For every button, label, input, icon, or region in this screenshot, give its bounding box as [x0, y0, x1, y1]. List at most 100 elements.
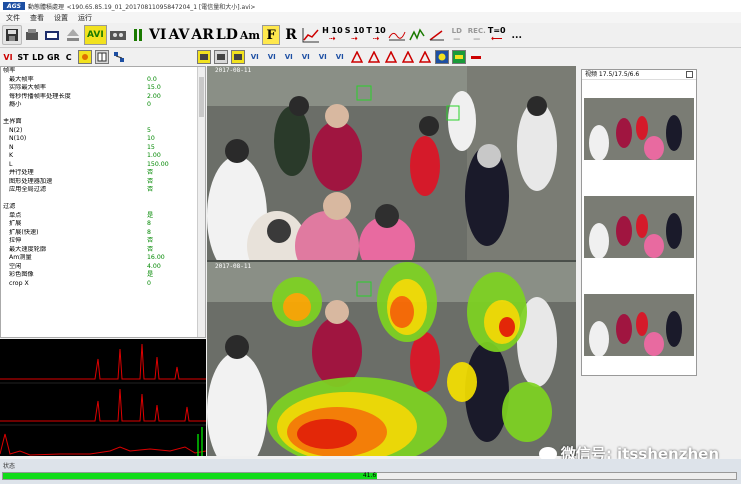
- dash-icon: —: [473, 35, 481, 43]
- menu-settings[interactable]: 设置: [54, 13, 68, 23]
- tape-icon[interactable]: [109, 25, 127, 45]
- property-row[interactable]: 拉伸否: [1, 237, 205, 246]
- vi-y-icon[interactable]: VI: [264, 50, 279, 64]
- frame-yellow-icon[interactable]: [230, 50, 245, 64]
- property-key: 瘾小: [9, 101, 22, 108]
- thumbnail-2[interactable]: [584, 196, 694, 258]
- wave-icon[interactable]: [408, 25, 426, 45]
- property-key: [1, 195, 147, 204]
- property-row[interactable]: 扩展 8: [1, 220, 205, 229]
- video-frame-heatmap[interactable]: 2017-08-11: [207, 262, 576, 456]
- property-row[interactable]: 实际最大帧率 15.0: [1, 84, 205, 93]
- property-row[interactable]: 图形处理器加速否: [1, 178, 205, 187]
- title-bar: AGS 動態體積處理 <190.65.85.19_01_201708110958…: [0, 0, 741, 12]
- panel-icon[interactable]: [94, 50, 109, 64]
- secondary-toolbar: VI ST LD GR C VI VI VI VI VI VI: [0, 48, 741, 66]
- triangle-icon[interactable]: [349, 50, 364, 64]
- triangle-3-icon[interactable]: [383, 50, 398, 64]
- video-frame-original[interactable]: 2017-08-11: [207, 66, 576, 260]
- vi-tab[interactable]: VI: [2, 53, 14, 62]
- menu-file[interactable]: 文件: [6, 13, 20, 23]
- menu-view[interactable]: 查看: [30, 13, 44, 23]
- vi-button[interactable]: VI: [149, 25, 167, 45]
- vi-z-icon[interactable]: VI: [281, 50, 296, 64]
- property-row[interactable]: 最大帧率 0.0: [1, 76, 205, 85]
- property-row[interactable]: Am测量 16.00: [1, 254, 205, 263]
- network-icon[interactable]: [111, 50, 126, 64]
- property-row[interactable]: N 15: [1, 144, 205, 153]
- avi-button[interactable]: AVI: [84, 25, 107, 45]
- property-row[interactable]: 应用全局过滤否: [1, 186, 205, 195]
- av-button[interactable]: AV: [169, 25, 190, 45]
- menu-run[interactable]: 运行: [78, 13, 92, 23]
- property-row[interactable]: 单点是: [1, 212, 205, 221]
- t0-button[interactable]: T=0 ⟵: [488, 25, 506, 45]
- status-label: 状态: [3, 463, 16, 470]
- property-row[interactable]: K 1.00: [1, 152, 205, 161]
- property-key: crop X: [9, 279, 29, 287]
- properties-scrollbar[interactable]: [197, 67, 205, 337]
- s10-button[interactable]: S 10 ⇢: [345, 25, 365, 45]
- open-folder-icon[interactable]: [44, 25, 62, 45]
- st-tab[interactable]: ST: [17, 53, 29, 62]
- graph-icon[interactable]: [302, 25, 320, 45]
- waveform-panel: [0, 339, 207, 456]
- vi-m-icon[interactable]: VI: [298, 50, 313, 64]
- curve-arrows-icon[interactable]: [388, 25, 406, 45]
- vi-n-icon[interactable]: VI: [332, 50, 347, 64]
- eject-icon[interactable]: [64, 25, 82, 45]
- gr-tab[interactable]: GR: [47, 53, 60, 62]
- triangle-2-icon[interactable]: [366, 50, 381, 64]
- video-panel[interactable]: 2017-08-11 2017-08-11: [207, 66, 576, 456]
- property-row[interactable]: 最大速度轮廓否: [1, 246, 205, 255]
- minus-icon[interactable]: [468, 50, 483, 64]
- property-key: 帧率: [3, 67, 16, 74]
- frame-icon[interactable]: [196, 50, 211, 64]
- open-camera-icon[interactable]: [24, 25, 42, 45]
- f-button[interactable]: F: [262, 25, 281, 45]
- coin-icon[interactable]: [434, 50, 449, 64]
- ld-tab[interactable]: LD: [32, 53, 44, 62]
- r-button[interactable]: R: [282, 25, 300, 45]
- thumbnail-image: [584, 196, 694, 258]
- property-row[interactable]: N(10) 10: [1, 135, 205, 144]
- vi-x-icon[interactable]: VI: [247, 50, 262, 64]
- sun-icon[interactable]: [77, 50, 92, 64]
- more-button[interactable]: ...: [508, 25, 526, 45]
- property-row[interactable]: 每秒传播帧率处理长度 2.00: [1, 93, 205, 102]
- waveform-graph: [0, 343, 207, 456]
- thumbnail-1[interactable]: [584, 98, 694, 160]
- property-row[interactable]: N(2) 5: [1, 127, 205, 136]
- ar-button[interactable]: AR: [191, 25, 214, 45]
- property-row[interactable]: 扩展(快速) 8: [1, 229, 205, 238]
- property-key: 应用全局过滤: [9, 186, 47, 193]
- t10-button[interactable]: T 10 ⇢: [366, 25, 385, 45]
- property-row[interactable]: 瘾小 0: [1, 101, 205, 110]
- ld-disabled-button: LD —: [448, 25, 466, 45]
- c-tab[interactable]: C: [63, 53, 75, 62]
- property-row[interactable]: L 150.00: [1, 161, 205, 170]
- thumbnails-panel: 视频 17.5/17.5/6.6: [581, 69, 697, 376]
- pause-icon[interactable]: [129, 25, 147, 45]
- rising-arrow-icon[interactable]: [428, 25, 446, 45]
- h10-button[interactable]: H 10 ⇢: [322, 25, 343, 45]
- property-key: 扩展(快速): [9, 228, 39, 236]
- frame-alt-icon[interactable]: [213, 50, 228, 64]
- thumbnail-3[interactable]: [584, 294, 694, 356]
- triangle-4-icon[interactable]: [400, 50, 415, 64]
- am-button[interactable]: Am: [240, 25, 260, 45]
- card-icon[interactable]: [451, 50, 466, 64]
- property-row[interactable]: 空闲 4.00: [1, 263, 205, 272]
- vi-s-icon[interactable]: VI: [315, 50, 330, 64]
- scrollbar-thumb[interactable]: [199, 77, 204, 117]
- t10-arrow-icon: ⇢: [372, 34, 380, 43]
- close-icon[interactable]: [686, 71, 693, 78]
- ld-button[interactable]: LD: [216, 25, 238, 45]
- property-key: 最大帧率: [9, 75, 34, 83]
- triangle-5-icon[interactable]: [417, 50, 432, 64]
- property-row[interactable]: 并行处理否: [1, 169, 205, 178]
- property-row[interactable]: 彩色图像是: [1, 271, 205, 280]
- property-section: 主界面: [1, 118, 205, 127]
- property-row[interactable]: crop X0: [1, 280, 205, 289]
- save-icon[interactable]: [2, 25, 22, 45]
